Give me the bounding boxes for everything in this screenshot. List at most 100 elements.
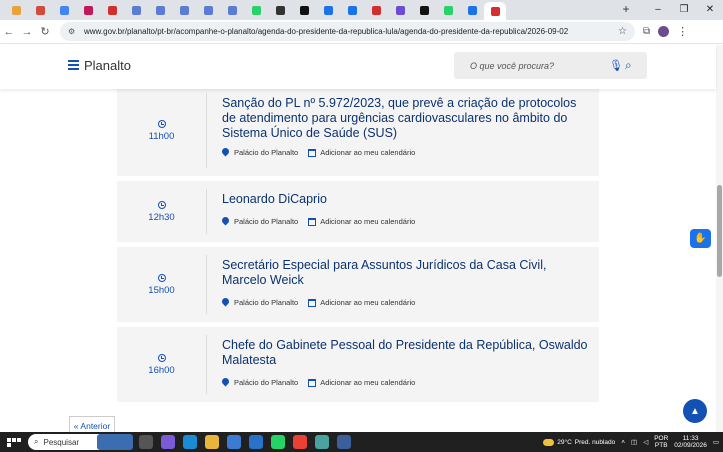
browser-tab[interactable]: [172, 2, 196, 18]
toolbar-right: ⧉ ⋮: [643, 25, 688, 38]
back-icon[interactable]: ←: [0, 26, 18, 38]
browser-tab[interactable]: [196, 2, 220, 18]
browser-tab[interactable]: [28, 2, 52, 18]
search-icon: ⌕: [34, 437, 39, 446]
site-brand[interactable]: Planalto: [84, 58, 131, 73]
new-tab-button[interactable]: +: [618, 2, 634, 16]
chrome-icon[interactable]: [293, 435, 307, 449]
calendar-icon: [308, 148, 317, 157]
weather-widget[interactable]: 29°C Pred. nublado: [543, 438, 615, 446]
browser-tab[interactable]: [52, 2, 76, 18]
scrollbar-thumb[interactable]: [717, 185, 722, 277]
language-indicator[interactable]: POR PTB: [654, 435, 668, 449]
location-pin-icon: [222, 378, 229, 387]
search-box[interactable]: O que você procura? 🎙 ⌕: [454, 52, 647, 79]
network-icon[interactable]: ◫: [631, 438, 637, 446]
event-meta: Palácio do Planalto Adicionar ao meu cal…: [222, 298, 415, 307]
previous-page-button[interactable]: « Anterior: [69, 416, 115, 432]
search-icon[interactable]: ⌕: [625, 58, 647, 73]
event-location: Palácio do Planalto: [234, 148, 299, 157]
address-bar[interactable]: ⚙ www.gov.br/planalto/pt-br/acompanhe-o-…: [60, 22, 635, 41]
browser-tab[interactable]: [340, 2, 364, 18]
system-clock[interactable]: 11:33 02/09/2026: [674, 435, 707, 449]
browser-tab[interactable]: [76, 2, 100, 18]
tray-chevron-icon[interactable]: ˄: [621, 439, 625, 446]
microphone-icon[interactable]: 🎙: [609, 59, 625, 72]
page-scrollbar[interactable]: [716, 45, 723, 432]
notes-icon[interactable]: [315, 435, 329, 449]
bookmark-star-icon[interactable]: ☆: [618, 26, 627, 37]
browser-tab[interactable]: [148, 2, 172, 18]
browser-tab[interactable]: [124, 2, 148, 18]
calculator-icon[interactable]: [337, 435, 351, 449]
location-pin-icon: [222, 217, 229, 226]
accessibility-hand-icon[interactable]: ✋: [690, 229, 711, 248]
windows-start-icon[interactable]: [0, 437, 22, 447]
notification-icon[interactable]: ▭: [713, 438, 719, 446]
browser-tab[interactable]: [244, 2, 268, 18]
browser-tab[interactable]: [220, 2, 244, 18]
divider: [206, 189, 207, 234]
minimize-button[interactable]: –: [645, 0, 671, 20]
site-info-icon[interactable]: ⚙: [68, 27, 78, 36]
event-location: Palácio do Planalto: [234, 217, 299, 226]
tab-favicon-icon: [371, 5, 381, 15]
add-to-calendar-link[interactable]: Adicionar ao meu calendário: [320, 298, 415, 307]
browser-tab[interactable]: [460, 2, 484, 18]
task-view-icon[interactable]: [139, 435, 153, 449]
forward-icon[interactable]: →: [18, 26, 36, 38]
weather-temp: 29°C: [557, 438, 572, 446]
browser-tab[interactable]: [316, 2, 340, 18]
file-explorer-icon[interactable]: [205, 435, 219, 449]
location-pin-icon: [222, 148, 229, 157]
edge-icon[interactable]: [183, 435, 197, 449]
event-card: 11h00 Sanção do PL nº 5.972/2023, que pr…: [117, 89, 599, 176]
maximize-button[interactable]: ❐: [671, 0, 697, 20]
browser-tab[interactable]: [436, 2, 460, 18]
taskbar-search[interactable]: ⌕ Pesquisar: [28, 434, 133, 450]
agenda-content: 11h00 Sanção do PL nº 5.972/2023, que pr…: [0, 89, 716, 432]
event-time-label: 16h00: [148, 364, 175, 376]
tab-favicon-icon: [155, 5, 165, 15]
event-card: 16h00 Chefe do Gabinete Pessoal do Presi…: [117, 327, 599, 402]
reload-icon[interactable]: ↻: [36, 25, 54, 38]
browser-tab[interactable]: [4, 2, 28, 18]
tab-favicon-icon: [347, 5, 357, 15]
browser-tab[interactable]: [100, 2, 124, 18]
copilot-icon[interactable]: [161, 435, 175, 449]
tab-favicon-icon: [395, 5, 405, 15]
tab-favicon-icon: [443, 5, 453, 15]
add-to-calendar-link[interactable]: Adicionar ao meu calendário: [320, 148, 415, 157]
event-time: 15h00: [117, 247, 206, 322]
scroll-to-top-button[interactable]: ▲: [683, 399, 707, 423]
tab-favicon-icon: [59, 5, 69, 15]
browser-tab[interactable]: [412, 2, 436, 18]
tab-favicon-icon: [107, 5, 117, 15]
menu-icon[interactable]: [68, 60, 79, 70]
store-icon[interactable]: [227, 435, 241, 449]
tab-favicon-icon: [419, 5, 429, 15]
close-window-button[interactable]: ✕: [697, 0, 723, 20]
add-to-calendar-link[interactable]: Adicionar ao meu calendário: [320, 217, 415, 226]
event-time: 12h30: [117, 181, 206, 242]
search-input[interactable]: O que você procura?: [470, 61, 609, 71]
profile-avatar[interactable]: [658, 26, 670, 37]
browser-tab[interactable]: [364, 2, 388, 18]
volume-icon[interactable]: ◁: [643, 438, 648, 446]
tab-favicon-icon: [323, 5, 333, 15]
event-title: Sanção do PL nº 5.972/2023, que prevê a …: [222, 96, 577, 140]
event-meta: Palácio do Planalto Adicionar ao meu cal…: [222, 148, 415, 157]
mail-icon[interactable]: [249, 435, 263, 449]
add-to-calendar-link[interactable]: Adicionar ao meu calendário: [320, 378, 415, 387]
browser-tab[interactable]: [388, 2, 412, 18]
event-title: Secretário Especial para Assuntos Jurídi…: [222, 258, 547, 287]
browser-tab[interactable]: [292, 2, 316, 18]
divider: [206, 255, 207, 314]
whatsapp-icon[interactable]: [271, 435, 285, 449]
extensions-icon[interactable]: ⧉: [643, 26, 650, 37]
browser-tab[interactable]: [484, 2, 506, 20]
event-title: Leonardo DiCaprio: [222, 192, 327, 206]
browser-tab[interactable]: [268, 2, 292, 18]
browser-menu-icon[interactable]: ⋮: [677, 25, 688, 38]
tab-favicon-icon: [467, 5, 477, 15]
